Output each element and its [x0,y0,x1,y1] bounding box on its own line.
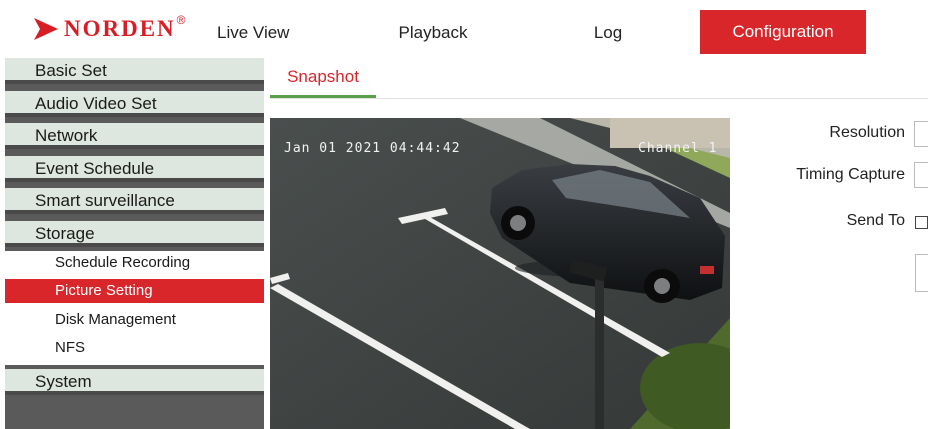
tab-snapshot[interactable]: Snapshot [270,58,376,98]
sidebar-item-smart-surveillance[interactable]: Smart surveillance [5,188,264,214]
camera-preview: Jan 01 2021 04:44:42 Channel 1 [270,118,730,429]
camera-scene-image [270,118,730,429]
sidebar-subitem-picture-setting[interactable]: Picture Setting [5,279,264,303]
sidebar-subitem-nfs[interactable]: NFS [5,336,264,360]
brand-logo: NORDEN ® [32,13,186,44]
timing-capture-field[interactable] [914,162,928,188]
osd-timestamp: Jan 01 2021 04:44:42 [284,141,461,156]
storage-submenu: Schedule Recording Picture Setting Disk … [5,251,264,365]
nav-configuration[interactable]: Configuration [700,10,866,54]
save-button[interactable] [915,254,928,292]
registered-mark: ® [176,13,186,27]
osd-channel: Channel 1 [638,141,718,156]
sidebar-subitem-disk-management[interactable]: Disk Management [5,308,264,332]
brand-name: NORDEN [64,16,176,41]
sidebar-item-system[interactable]: System [5,369,264,395]
sidebar-item-network[interactable]: Network [5,123,264,149]
arrow-logo-icon [34,18,58,40]
top-header: NORDEN ® Live View Playback Log Configur… [0,0,928,58]
send-to-label: Send To [846,212,905,229]
resolution-select[interactable] [914,121,928,147]
resolution-label: Resolution [829,124,905,141]
sidebar: Basic Set Audio Video Set Network Event … [5,58,264,429]
sidebar-item-storage[interactable]: Storage [5,221,264,247]
nav-playback[interactable]: Playback [388,12,478,54]
timing-capture-label: Timing Capture [796,166,905,183]
sidebar-item-audio-video-set[interactable]: Audio Video Set [5,91,264,117]
sidebar-subitem-schedule-recording[interactable]: Schedule Recording [5,251,264,275]
sidebar-item-basic-set[interactable]: Basic Set [5,58,264,84]
tab-bar: Snapshot [270,58,928,99]
sidebar-item-event-schedule[interactable]: Event Schedule [5,156,264,182]
send-to-checkbox[interactable] [915,216,928,229]
nav-live-view[interactable]: Live View [217,12,297,54]
nav-log[interactable]: Log [585,12,631,54]
